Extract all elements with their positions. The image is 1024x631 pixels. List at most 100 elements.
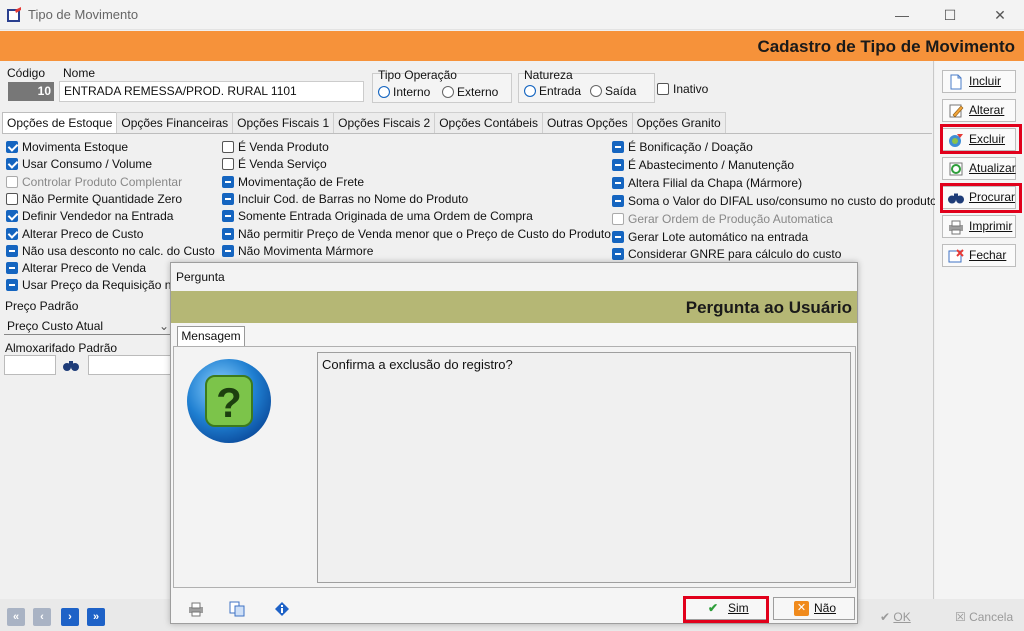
option-label: Usar Consumo / Volume xyxy=(22,157,153,172)
first-record-icon[interactable]: « xyxy=(7,608,25,626)
page-title: Cadastro de Tipo de Movimento xyxy=(757,37,1015,56)
tab-opcoes-estoque[interactable]: Opções de Estoque xyxy=(2,112,118,134)
option-item[interactable]: Considerar GNRE para cálculo do custo xyxy=(612,246,841,262)
option-item[interactable]: Altera Filial da Chapa (Mármore) xyxy=(612,175,802,191)
cancela-button[interactable]: ☒ Cancela xyxy=(955,610,1013,624)
option-item[interactable]: Gerar Lote automático na entrada xyxy=(612,229,808,245)
option-item[interactable]: Movimentação de Frete xyxy=(222,174,364,190)
inativo-checkbox[interactable]: Inativo xyxy=(657,82,708,96)
option-item[interactable]: Definir Vendedor na Entrada xyxy=(6,208,173,224)
exit-icon xyxy=(948,249,964,263)
tab-opcoes-fiscais-2[interactable]: Opções Fiscais 2 xyxy=(333,112,436,133)
code-label: Código xyxy=(7,66,46,80)
option-item[interactable]: Alterar Preco de Venda xyxy=(6,260,146,276)
option-label: Definir Vendedor na Entrada xyxy=(22,209,174,224)
option-label: Somente Entrada Originada de uma Ordem d… xyxy=(238,209,533,224)
checkbox-icon xyxy=(6,141,18,153)
option-label: Não permitir Preço de Venda menor que o … xyxy=(238,226,611,241)
option-item[interactable]: É Venda Produto xyxy=(222,139,329,155)
option-item[interactable]: Usar Preço da Requisição na xyxy=(6,277,178,293)
maximize-button[interactable]: ☐ xyxy=(935,4,965,26)
option-label: É Bonificação / Doação xyxy=(628,140,753,154)
header-bar: Cadastro de Tipo de Movimento xyxy=(0,31,1024,61)
radio-externo[interactable]: Externo xyxy=(442,85,498,99)
option-item[interactable]: É Bonificação / Doação xyxy=(612,139,753,155)
option-label: É Venda Serviço xyxy=(238,157,327,172)
name-field[interactable]: ENTRADA REMESSA/PROD. RURAL 1101 xyxy=(59,81,364,102)
option-label: Alterar Preco de Custo xyxy=(22,226,144,241)
info-icon[interactable] xyxy=(274,601,290,620)
ok-button[interactable]: ✔ OK xyxy=(880,610,911,624)
incluir-button[interactable]: Incluir xyxy=(942,70,1016,93)
option-item[interactable]: Somente Entrada Originada de uma Ordem d… xyxy=(222,208,533,224)
option-item[interactable]: É Abastecimento / Manutenção xyxy=(612,157,794,173)
dialog-banner-title: Pergunta ao Usuário xyxy=(685,298,852,317)
radio-interno[interactable]: Interno xyxy=(378,85,430,99)
window-title: Tipo de Movimento xyxy=(28,7,139,22)
question-dialog: Pergunta Pergunta ao Usuário Mensagem ? … xyxy=(170,262,858,624)
radio-saida[interactable]: Saída xyxy=(590,84,636,98)
option-item[interactable]: Soma o Valor do DIFAL uso/consumo no cus… xyxy=(612,193,937,209)
chevron-down-icon: ⌄ xyxy=(158,319,169,333)
window-titlebar: Tipo de Movimento — ☐ ✕ xyxy=(0,0,1024,30)
tab-outras-opcoes[interactable]: Outras Opções xyxy=(541,112,633,133)
tab-opcoes-contabeis[interactable]: Opções Contábeis xyxy=(434,112,543,133)
option-item: Gerar Ordem de Produção Automatica xyxy=(612,211,833,227)
option-label: Controlar Produto Complentar xyxy=(22,174,183,189)
alterar-button[interactable]: Alterar xyxy=(942,99,1016,122)
option-item[interactable]: Alterar Preco de Custo xyxy=(6,226,143,242)
tab-opcoes-financeiras[interactable]: Opções Financeiras xyxy=(116,112,234,133)
radio-interno-label: Interno xyxy=(393,85,431,99)
atualizar-label: Atualizar xyxy=(969,161,1016,175)
check-icon: ✔ xyxy=(880,610,894,624)
almox-name-field[interactable] xyxy=(88,355,172,375)
almox-code-field[interactable] xyxy=(4,355,56,375)
fechar-label: Fechar xyxy=(969,248,1007,262)
previous-record-icon[interactable]: ‹ xyxy=(33,608,51,626)
option-item[interactable]: Não usa desconto no calc. do Custo xyxy=(6,243,215,259)
highlight-procurar xyxy=(940,183,1022,213)
option-label: Considerar GNRE para cálculo do custo xyxy=(628,247,842,262)
radio-on-icon xyxy=(378,86,390,98)
code-field[interactable]: 10 xyxy=(8,82,54,101)
next-record-icon[interactable]: › xyxy=(61,608,79,626)
checkbox-icon xyxy=(657,83,669,95)
checkbox-icon xyxy=(222,158,234,171)
option-item[interactable]: Não Permite Quantidade Zero xyxy=(6,191,182,207)
binoculars-icon[interactable] xyxy=(63,359,79,372)
checkbox-icon xyxy=(6,210,18,223)
option-label: Usar Preço da Requisição na xyxy=(22,278,179,293)
tab-divider xyxy=(2,133,932,134)
checkbox-icon xyxy=(222,244,234,257)
copy-icon[interactable] xyxy=(229,601,245,620)
imprimir-button[interactable]: Imprimir xyxy=(942,215,1016,238)
tab-opcoes-granito[interactable]: Opções Granito xyxy=(631,112,726,133)
last-record-icon[interactable]: » xyxy=(87,608,105,626)
alterar-label: Alterar xyxy=(969,103,1005,117)
option-item[interactable]: Usar Consumo / Volume xyxy=(6,156,152,172)
close-button[interactable]: ✕ xyxy=(985,4,1015,26)
option-item[interactable]: Incluir Cod. de Barras no Nome do Produt… xyxy=(222,191,468,207)
checkbox-icon xyxy=(6,227,18,240)
preco-padrao-select[interactable]: Preço Custo Atual ⌄ xyxy=(4,317,172,335)
minimize-button[interactable]: — xyxy=(887,4,917,26)
checkbox-icon xyxy=(612,194,624,207)
nao-button[interactable]: ✕ Não xyxy=(773,597,855,620)
preco-padrao-label: Preço Padrão xyxy=(5,299,79,313)
option-item[interactable]: Não Movimenta Mármore xyxy=(222,243,373,259)
checkbox-icon xyxy=(6,262,18,275)
tab-mensagem[interactable]: Mensagem xyxy=(177,326,245,346)
checkbox-icon xyxy=(612,230,624,243)
radio-entrada[interactable]: Entrada xyxy=(524,84,581,98)
atualizar-button[interactable]: Atualizar xyxy=(942,157,1016,180)
printer-icon[interactable] xyxy=(187,601,205,620)
option-label: Gerar Lote automático na entrada xyxy=(628,229,809,244)
option-item[interactable]: É Venda Serviço xyxy=(222,156,327,172)
option-label: Não Permite Quantidade Zero xyxy=(22,191,183,206)
preco-padrao-value: Preço Custo Atual xyxy=(7,319,104,333)
option-item[interactable]: Não permitir Preço de Venda menor que o … xyxy=(222,226,611,242)
option-item[interactable]: Movimenta Estoque xyxy=(6,139,128,155)
fechar-button[interactable]: Fechar xyxy=(942,244,1016,267)
refresh-icon xyxy=(949,162,963,176)
tab-opcoes-fiscais-1[interactable]: Opções Fiscais 1 xyxy=(232,112,335,133)
